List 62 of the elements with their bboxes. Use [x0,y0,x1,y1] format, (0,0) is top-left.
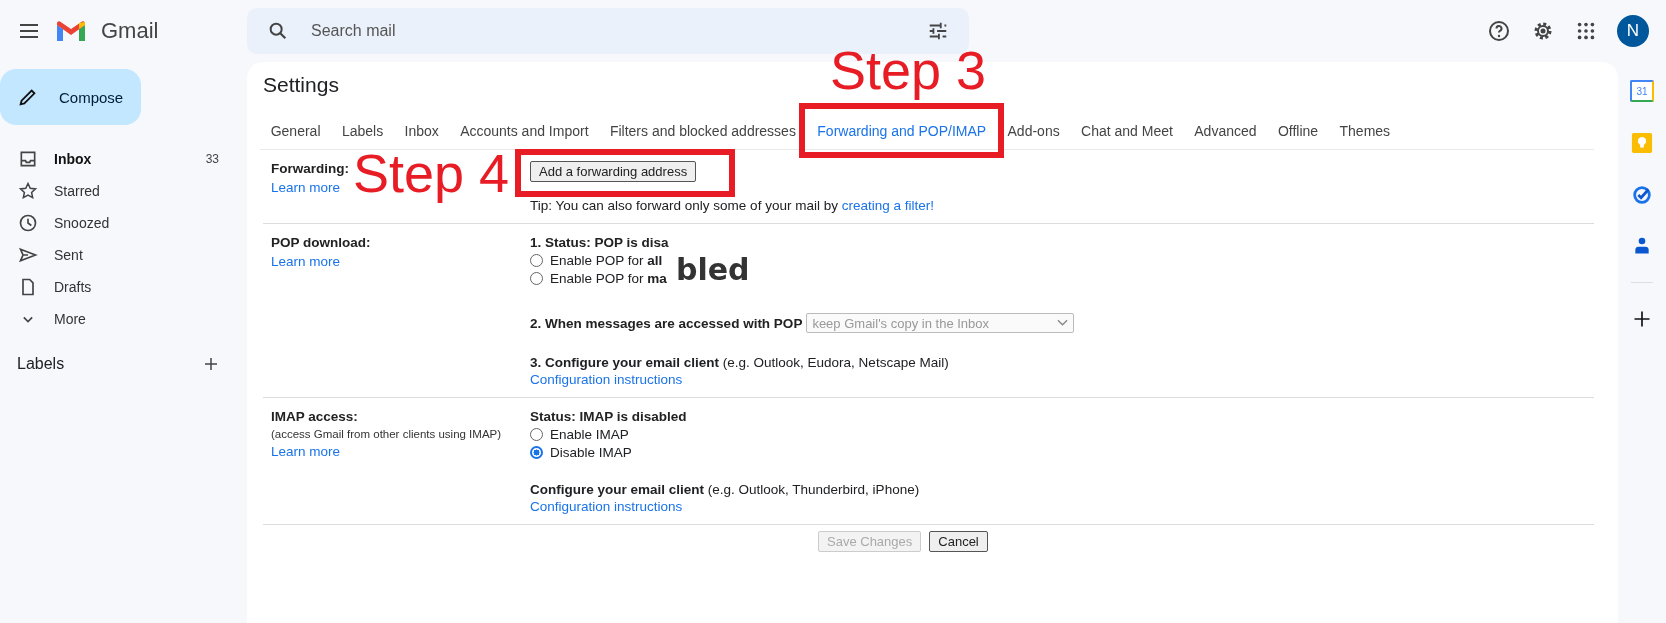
filter-sliders-icon[interactable] [927,20,949,42]
compose-button[interactable]: Compose [0,69,141,125]
settings-tab[interactable]: Advanced [1183,123,1268,139]
settings-tab[interactable]: General [260,123,332,139]
pencil-icon [17,86,39,108]
learn-more-link[interactable]: Learn more [271,254,341,269]
configuration-link[interactable]: Configuration instructions [530,372,683,387]
clock-icon [18,213,38,233]
settings-tab[interactable]: Inbox [393,123,450,139]
avatar[interactable]: N [1617,15,1649,47]
option-label: Enable IMAP [550,427,629,442]
settings-tab[interactable]: Labels [331,123,394,139]
settings-tab[interactable]: Accounts and Import [449,123,600,139]
create-filter-link[interactable]: creating a filter! [841,198,934,213]
search-icon[interactable] [267,20,289,42]
inbox-icon [18,149,38,169]
learn-more-link[interactable]: Learn more [271,444,341,459]
settings-tab[interactable]: Themes [1328,123,1401,139]
step-annotation: Step 4 [353,142,510,205]
option-label: Enable POP for all [550,253,663,268]
star-icon [18,181,38,201]
learn-more-link[interactable]: Learn more [271,180,341,195]
section-note: (access Gmail from other clients using IMAP) [271,428,502,440]
section-label: Forwarding: [271,161,349,176]
person-icon[interactable] [1632,236,1652,256]
tip-text: Tip: You can also forward only some of your mail by [530,198,838,213]
add-forwarding-button[interactable]: Add a forwarding address [530,161,697,182]
radio-button[interactable] [530,446,543,459]
app-name: Gmail [101,18,159,44]
task-check-icon[interactable] [1631,184,1653,206]
question-label: 2. When messages are accessed with POP [530,315,803,331]
chevron-down-icon [1057,319,1069,327]
calendar-icon[interactable]: 31 [1630,80,1654,102]
configure-text: Configure your email client (e.g. Outlook, Thunderbird, iPhone) [530,482,920,497]
configuration-link[interactable]: Configuration instructions [530,499,683,514]
option-label: Enable POP for ma [550,271,667,286]
labels-heading: Labels [17,355,65,373]
configure-text: 3. Configure your email client (e.g. Outlook, Eudora, Netscape Mail) [530,355,949,370]
nav-item[interactable]: Sent [0,239,247,271]
imap-status: Status: IMAP is disabled [530,409,687,424]
add-icon[interactable] [1632,309,1652,329]
nav-item[interactable]: Snoozed [0,207,247,239]
pop-status: 1. Status: POP is disa [530,235,669,250]
settings-tab[interactable]: Forwarding and POP/IMAP [806,123,997,139]
send-icon [18,245,38,265]
nav-item[interactable]: Drafts [0,271,247,303]
section-label: POP download: [271,235,371,250]
help-icon[interactable] [1487,19,1511,43]
nav-item[interactable]: Inbox 33 [0,143,247,175]
nav-item[interactable]: More [0,303,247,335]
settings-tab[interactable]: Add-ons [996,123,1071,139]
settings-tab[interactable]: Filters and blocked addresses [599,123,807,139]
page-title: Settings [263,72,339,97]
settings-tab[interactable]: Chat and Meet [1070,123,1184,139]
section-label: IMAP access: [271,409,358,424]
nav-item[interactable]: Starred [0,175,247,207]
search-field[interactable]: Search mail [309,21,907,41]
apps-grid-icon[interactable] [1575,20,1597,42]
cancel-button[interactable]: Cancel [929,531,988,552]
gmail-logo-icon[interactable] [55,19,87,43]
settings-tab[interactable]: Offline [1267,123,1329,139]
option-label: Disable IMAP [550,445,632,460]
